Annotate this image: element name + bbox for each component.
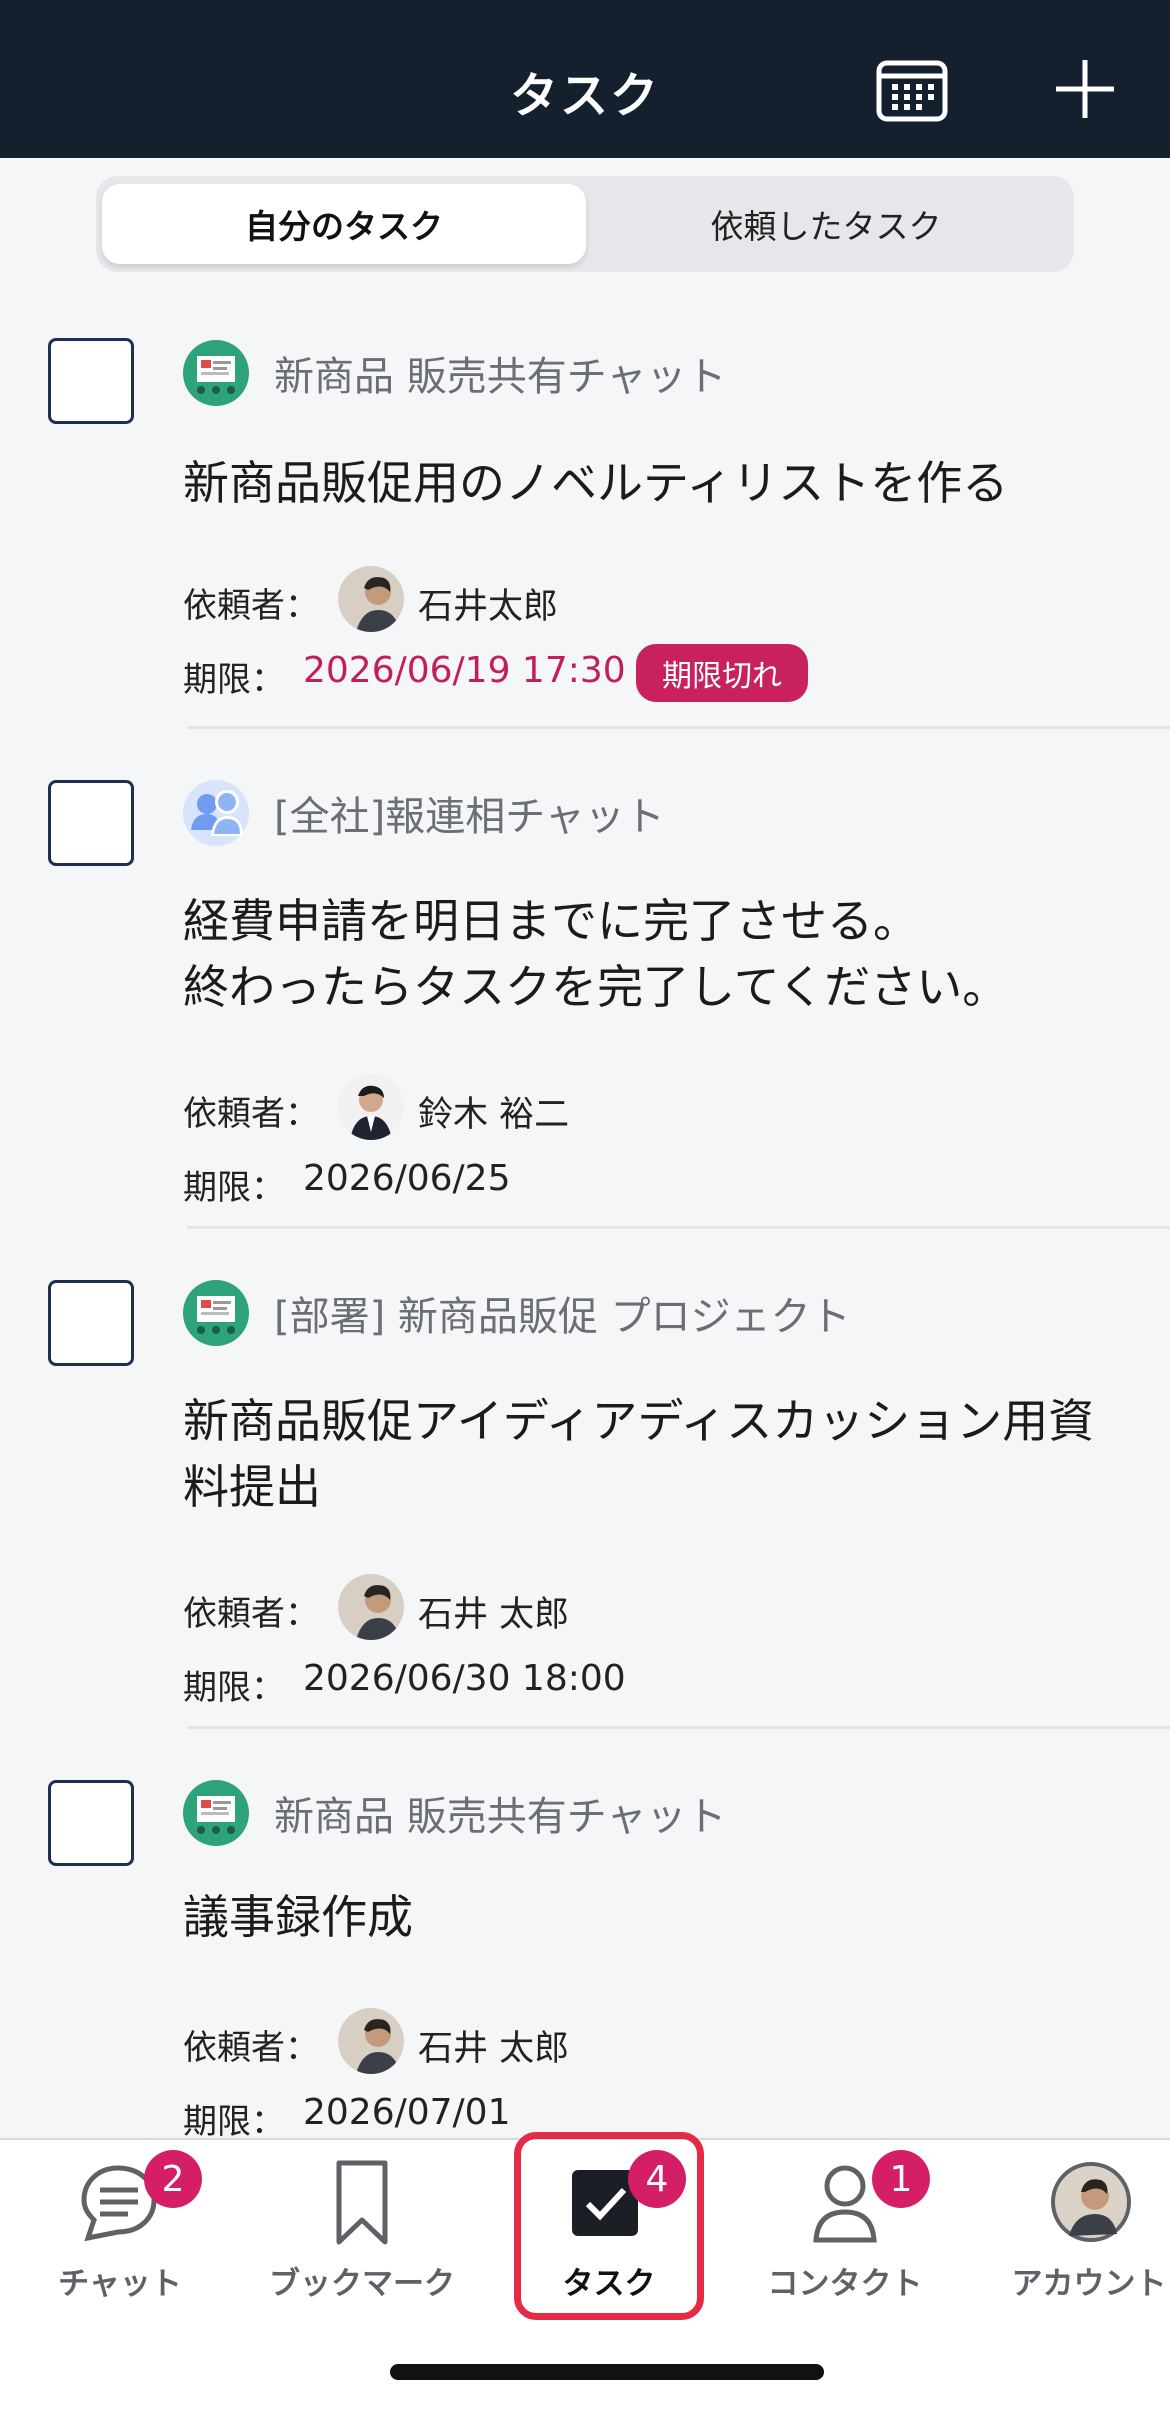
nav-bookmark[interactable]: ブックマーク [262,2140,462,2340]
requester-label: 依頼者： [183,586,319,626]
task-item[interactable]: 新商品 販売共有チャット 議事録作成 依頼者： 石井 太郎 期限： 2026/0… [0,1770,1170,2142]
room-name: 新商品 販売共有チャット [274,1794,727,1840]
avatar-icon [1051,2162,1131,2246]
group-chat-icon [183,1280,249,1346]
task-item[interactable]: [部署] 新商品販促 プロジェクト 新商品販促アイディアディスカッション用資料提… [0,1270,1170,1730]
divider [187,1726,1170,1729]
due-date: 2026/06/30 18:00 [303,1658,626,1699]
task-checkbox[interactable] [48,1280,134,1366]
contact-badge: 1 [872,2150,930,2208]
nav-task-label: タスク [562,2266,656,2302]
divider [187,1226,1170,1229]
nav-chat[interactable]: 2 チャット [40,2140,202,2340]
requester-label: 依頼者： [183,2028,319,2068]
nav-account[interactable]: アカウント [1008,2140,1170,2340]
due-label: 期限： [183,1668,285,1708]
due-date: 2026/06/25 [303,1158,511,1199]
room-name: [全社]報連相チャット [274,794,665,840]
requester-label: 依頼者： [183,1094,319,1134]
task-item[interactable]: 新商品 販売共有チャット 新商品販促用のノベルティリストを作る 依頼者： 石井太… [0,330,1170,730]
room-name: 新商品 販売共有チャット [274,354,727,400]
task-item[interactable]: [全社]報連相チャット 経費申請を明日までに完了させる。 終わったらタスクを完了… [0,770,1170,1230]
due-label: 期限： [183,2102,285,2142]
group-chat-icon [183,340,249,406]
avatar [338,1074,404,1140]
due-date: 2026/06/19 17:30 [303,650,626,691]
avatar [338,1574,404,1640]
people-icon [183,780,249,846]
add-task-button[interactable] [1052,56,1118,122]
nav-bookmark-label: ブックマーク [269,2266,455,2302]
nav-chat-label: チャット [58,2266,182,2302]
overdue-badge: 期限切れ [636,644,808,702]
nav-task[interactable]: 4 タスク [524,2140,694,2340]
task-title: 議事録作成 [183,1890,413,1944]
tab-requested-tasks[interactable]: 依頼したタスク [584,184,1068,264]
nav-account-label: アカウント [1011,2266,1167,2302]
calendar-icon[interactable] [876,58,948,122]
task-count-badge: 4 [628,2150,686,2208]
chat-unread-badge: 2 [144,2150,202,2208]
requester-name: 鈴木 裕二 [418,1095,570,1135]
requester-name: 石井太郎 [418,587,559,627]
nav-contact-label: コンタクト [767,2266,923,2302]
task-title: 新商品販促用のノベルティリストを作る [183,456,1009,510]
person-icon [810,2160,880,2248]
room-name: [部署] 新商品販促 プロジェクト [274,1294,851,1340]
requester-name: 石井 太郎 [418,1595,570,1635]
task-checkbox[interactable] [48,1780,134,1866]
due-label: 期限： [183,1168,285,1208]
nav-contact[interactable]: 1 コンタクト [760,2140,930,2340]
bookmark-icon [334,2158,390,2252]
task-filter-segment: 自分のタスク 依頼したタスク [96,176,1074,272]
divider [187,726,1170,729]
requester-name: 石井 太郎 [418,2029,570,2069]
avatar [338,2008,404,2074]
tab-my-tasks[interactable]: 自分のタスク [102,184,586,264]
task-title: 経費申請を明日までに完了させる。 終わったらタスクを完了してください。 [183,894,1009,1014]
requester-label: 依頼者： [183,1594,319,1634]
page-title: タスク [509,68,660,124]
plus-icon [1056,60,1114,118]
app-header: タスク [0,0,1170,158]
due-date: 2026/07/01 [303,2092,511,2133]
home-indicator [390,2364,824,2380]
task-checkbox[interactable] [48,338,134,424]
task-checkbox[interactable] [48,780,134,866]
due-label: 期限： [183,660,285,700]
task-title: 新商品販促アイディアディスカッション用資料提出 [183,1394,1095,1514]
group-chat-icon [183,1780,249,1846]
avatar [338,566,404,632]
